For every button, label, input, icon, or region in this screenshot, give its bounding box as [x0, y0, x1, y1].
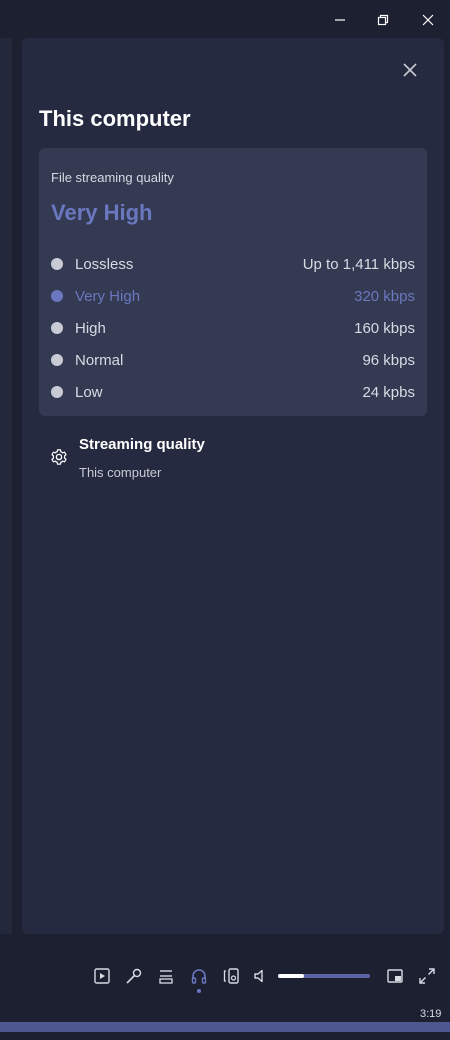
main-content-edge [0, 38, 12, 934]
quality-option-bitrate: 24 kpbs [362, 383, 415, 401]
restore-button[interactable] [371, 8, 395, 32]
volume-icon [254, 969, 263, 983]
quality-option-bitrate: 96 kbps [362, 351, 415, 369]
streaming-quality-setting[interactable]: Streaming quality This computer [44, 434, 424, 490]
quality-option-normal[interactable]: Normal 96 kbps [39, 344, 427, 376]
setting-subtitle: This computer [79, 465, 162, 480]
quality-option-name: Low [75, 383, 103, 401]
headphones-icon [191, 969, 207, 984]
gear-icon [51, 449, 67, 465]
quality-option-bitrate: 320 kbps [354, 287, 415, 305]
now-playing-view-icon [94, 968, 110, 984]
quality-option-low[interactable]: Low 24 kpbs [39, 376, 427, 408]
radio-dot-icon [51, 386, 63, 398]
close-icon [403, 63, 417, 77]
card-label: File streaming quality [51, 170, 174, 185]
device-button[interactable] [220, 965, 242, 987]
microphone-icon [126, 968, 142, 984]
quality-option-name: Normal [75, 351, 124, 369]
mini-player-button[interactable] [384, 965, 406, 987]
volume-level [278, 974, 304, 978]
quality-option-name: Very High [75, 287, 141, 305]
selected-quality: Very High [51, 200, 153, 225]
mini-player-icon [387, 969, 403, 983]
radio-dot-icon [51, 258, 63, 270]
quality-option-high[interactable]: High 160 kbps [39, 312, 427, 344]
quality-option-very-high[interactable]: Very High 320 kbps [39, 280, 427, 312]
panel-close-button[interactable] [400, 60, 420, 80]
quality-option-lossless[interactable]: Lossless Up to 1,411 kbps [39, 248, 427, 280]
connect-device-icon [223, 968, 239, 984]
title-bar [0, 0, 450, 38]
quality-option-bitrate: Up to 1,411 kbps [302, 255, 415, 273]
quality-option-name: High [75, 319, 106, 337]
quality-option-list: Lossless Up to 1,411 kbps Very High 320 kbp… [39, 248, 427, 408]
window-close-button[interactable] [416, 8, 440, 32]
active-indicator-dot [197, 989, 201, 993]
playback-progress-fill [0, 1022, 450, 1032]
connect-headphones-button[interactable] [188, 965, 210, 987]
minimize-icon [335, 19, 345, 21]
minimize-button[interactable] [328, 8, 352, 32]
radio-dot-icon [51, 322, 63, 334]
setting-title: Streaming quality [79, 436, 205, 453]
playback-time: 3:19 [420, 1008, 442, 1020]
queue-icon [159, 970, 173, 984]
volume-slider[interactable] [278, 974, 370, 978]
fullscreen-button[interactable] [416, 965, 438, 987]
fullscreen-icon [419, 968, 435, 984]
quality-option-name: Lossless [75, 255, 134, 273]
radio-dot-icon [51, 290, 63, 302]
queue-button[interactable] [155, 965, 177, 987]
restore-icon [377, 14, 389, 26]
mute-button[interactable] [250, 965, 272, 987]
close-icon [422, 14, 434, 26]
playback-progress-bar[interactable] [0, 1022, 450, 1032]
lyrics-button[interactable] [123, 965, 145, 987]
quality-option-bitrate: 160 kbps [354, 319, 415, 337]
radio-dot-icon [51, 354, 63, 366]
now-playing-view-button[interactable] [91, 965, 113, 987]
page-title: This computer [39, 106, 191, 131]
streaming-quality-card: File streaming quality Very High Lossles… [39, 148, 427, 416]
